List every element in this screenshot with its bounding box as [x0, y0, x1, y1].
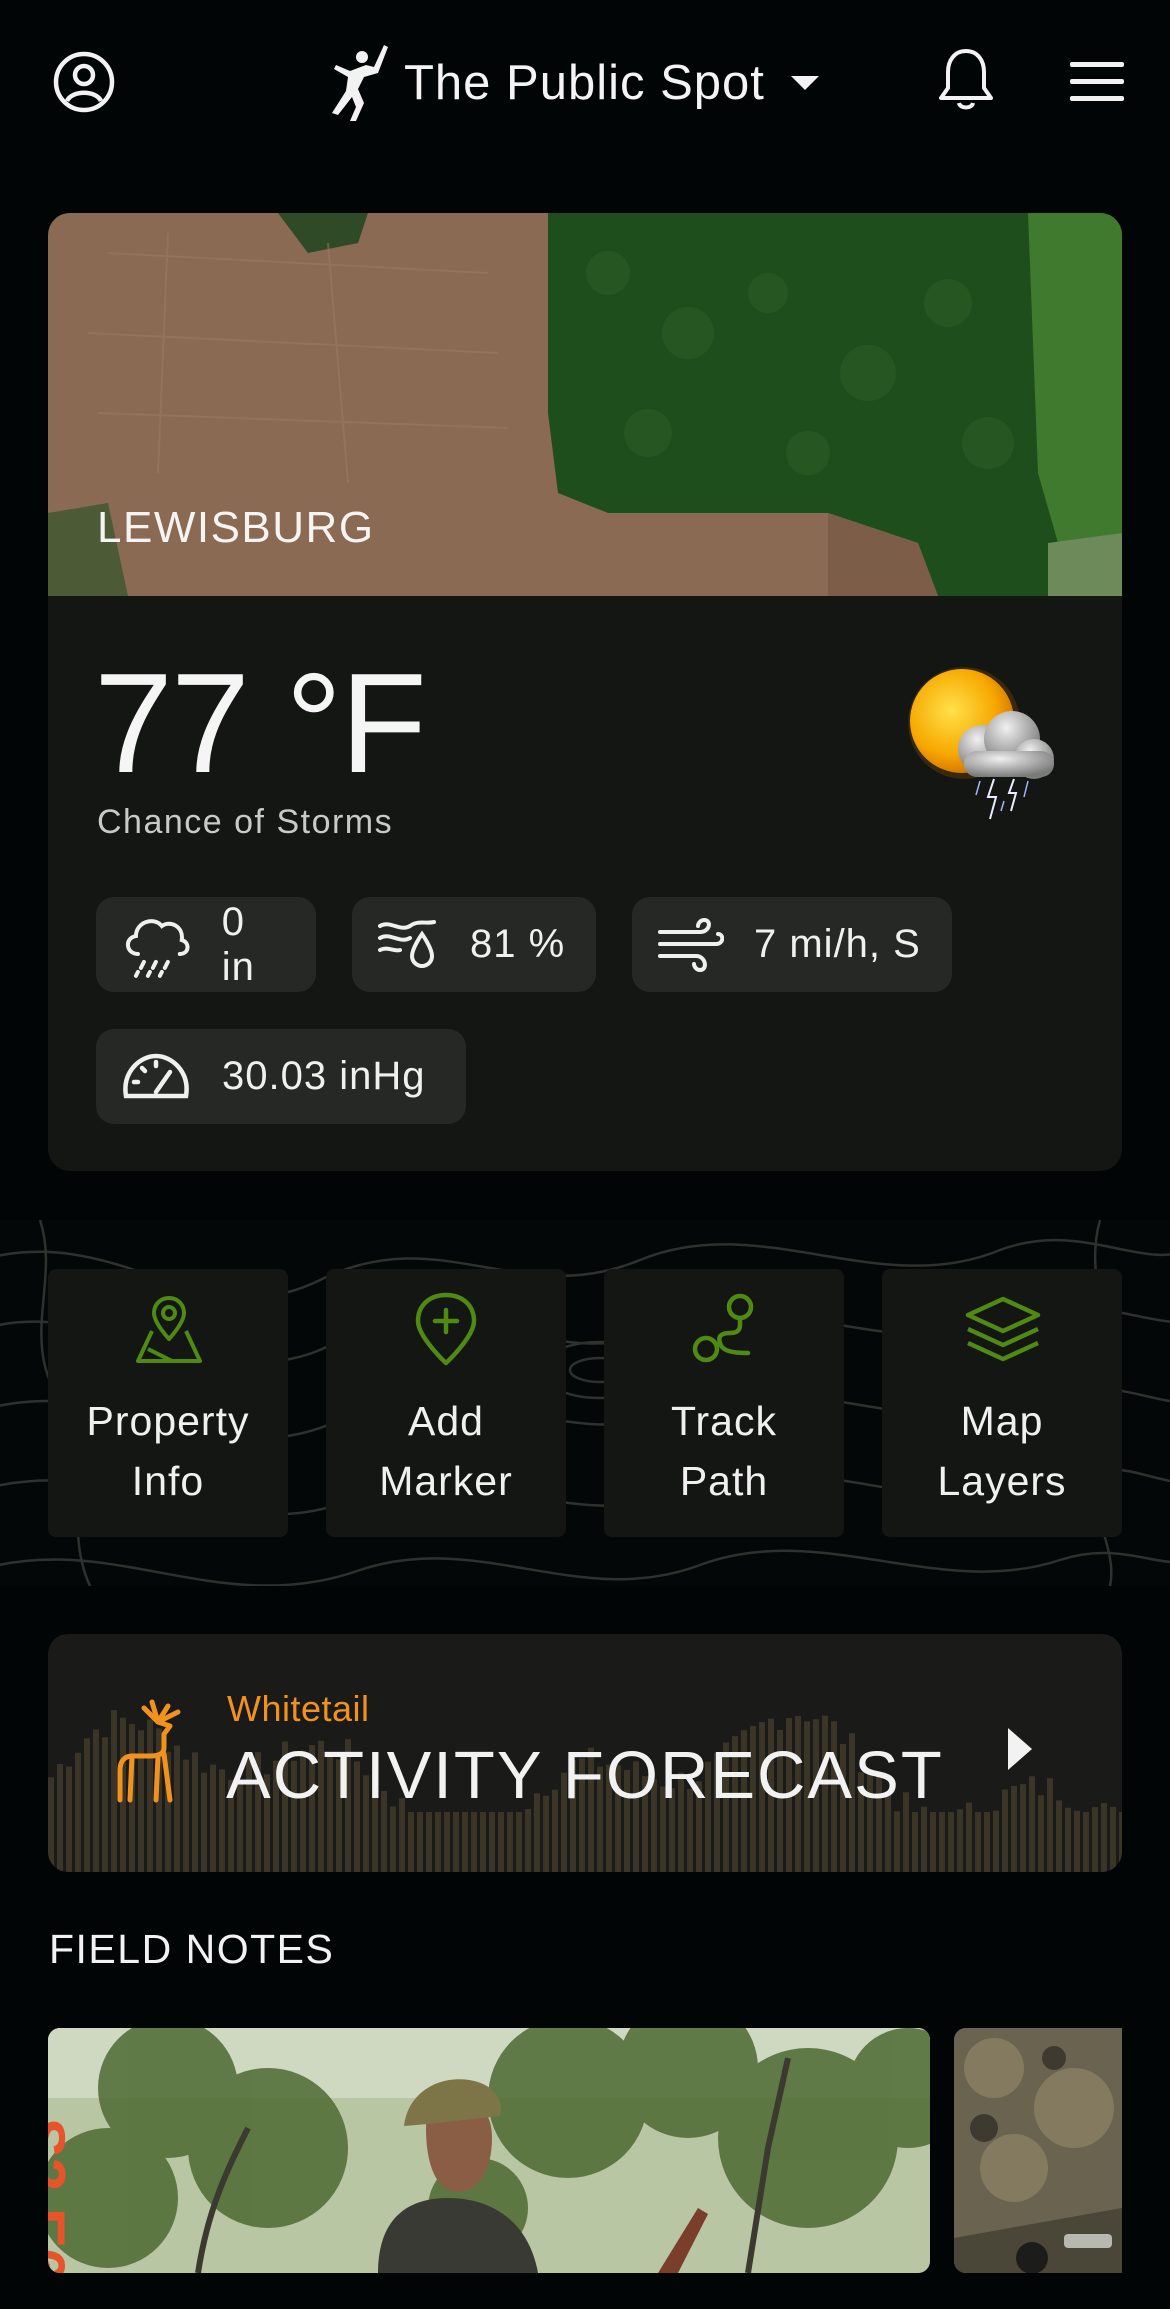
activity-bar	[894, 1811, 900, 1872]
activity-bar	[1047, 1778, 1053, 1872]
pressure-stat: 30.03 inHg	[96, 1029, 466, 1124]
sun-storm-cloud-icon	[908, 667, 1054, 820]
activity-bar	[912, 1812, 918, 1872]
rain-cloud-icon	[125, 918, 190, 978]
activity-bar	[201, 1772, 207, 1872]
activity-bar	[1074, 1810, 1080, 1872]
humidity-stat: 81 %	[352, 897, 596, 992]
property-switcher[interactable]: The Public Spot	[326, 38, 819, 128]
activity-bar	[1065, 1807, 1071, 1872]
activity-bar	[1092, 1807, 1098, 1872]
property-info-label: Property Info	[86, 1398, 250, 1504]
activity-bar	[1101, 1803, 1107, 1872]
activity-bar	[66, 1766, 72, 1872]
add-marker-button[interactable]: Add Marker	[326, 1269, 566, 1537]
map-pin-icon	[136, 1296, 202, 1363]
track-path-icon	[692, 1293, 754, 1363]
activity-bar	[462, 1812, 468, 1872]
activity-bar	[1056, 1800, 1062, 1872]
activity-bar	[1083, 1812, 1089, 1872]
track-path-label: Track Path	[671, 1398, 777, 1504]
barometer-gauge-icon	[123, 1053, 189, 1098]
field-note-photo	[954, 2028, 1122, 2273]
activity-bar	[93, 1729, 99, 1872]
activity-bar	[480, 1812, 486, 1872]
activity-bar	[435, 1812, 441, 1872]
activity-bar	[426, 1812, 432, 1872]
activity-bar	[489, 1812, 495, 1872]
pressure-value: 30.03 inHg	[222, 1054, 426, 1098]
activity-forecast-banner[interactable]: Whitetail ACTIVITY FORECAST	[48, 1634, 1122, 1872]
forecast-subtitle: Whitetail	[227, 1688, 370, 1729]
activity-bar	[210, 1764, 216, 1872]
track-path-button[interactable]: Track Path	[604, 1269, 844, 1537]
weather-condition: Chance of Storms	[97, 803, 394, 841]
deer-icon	[117, 1699, 181, 1803]
activity-bar	[102, 1737, 108, 1872]
activity-bar	[525, 1808, 531, 1872]
activity-bar	[1020, 1784, 1026, 1872]
add-marker-icon	[415, 1292, 477, 1366]
bell-icon[interactable]	[936, 46, 996, 112]
activity-bar	[1011, 1785, 1017, 1872]
activity-bar	[453, 1812, 459, 1872]
weather-card[interactable]: LEWISBURG 77 °F Chance of Storms 0 in 81…	[48, 213, 1122, 1171]
activity-bar	[975, 1812, 981, 1872]
activity-bar	[75, 1752, 81, 1872]
activity-bar	[966, 1802, 972, 1872]
play-arrow-icon[interactable]	[1006, 1726, 1034, 1772]
activity-bar	[1110, 1806, 1116, 1872]
user-circle-icon[interactable]	[52, 50, 116, 114]
activity-bar	[48, 1777, 54, 1872]
activity-bar	[1002, 1789, 1008, 1872]
top-bar: The Public Spot	[0, 0, 1170, 170]
activity-bar	[390, 1806, 396, 1872]
wind-value: 7 mi/h, S	[754, 922, 921, 966]
activity-bar	[984, 1812, 990, 1872]
wind-icon	[658, 917, 724, 972]
field-notes-heading: FIELD NOTES	[49, 1926, 335, 1972]
activity-bar	[1038, 1795, 1044, 1872]
episode-badge: S3 E6	[48, 2118, 77, 2273]
activity-bar	[417, 1812, 423, 1872]
activity-bar	[516, 1812, 522, 1872]
humidity-icon	[378, 919, 436, 968]
activity-bar	[930, 1812, 936, 1872]
location-name: LEWISBURG	[97, 503, 375, 552]
map-layers-label: Map Layers	[937, 1398, 1067, 1504]
activity-bar	[939, 1812, 945, 1872]
activity-bar	[84, 1738, 90, 1872]
field-note-card[interactable]: S3 E6	[48, 2028, 930, 2273]
layers-icon	[965, 1296, 1041, 1362]
hamburger-menu-icon[interactable]	[1068, 60, 1126, 104]
hunter-logo-icon	[332, 45, 388, 121]
precipitation-value: 0 in	[221, 899, 255, 989]
add-marker-label: Add Marker	[379, 1398, 513, 1504]
activity-bar	[1119, 1812, 1122, 1872]
field-note-photo: S3 E6	[48, 2028, 930, 2273]
activity-bar	[192, 1752, 198, 1872]
activity-bar	[1029, 1776, 1035, 1872]
activity-bar	[57, 1763, 63, 1872]
precipitation-stat: 0 in	[96, 897, 316, 992]
activity-bar	[219, 1769, 225, 1872]
activity-bar	[921, 1806, 927, 1872]
activity-bar	[507, 1812, 513, 1872]
app-title: The Public Spot	[404, 56, 765, 110]
field-note-card[interactable]	[954, 2028, 1122, 2273]
map-layers-button[interactable]: Map Layers	[882, 1269, 1122, 1537]
activity-bar	[408, 1812, 414, 1872]
forecast-title: ACTIVITY FORECAST	[226, 1738, 944, 1813]
activity-bar	[444, 1812, 450, 1872]
property-info-button[interactable]: Property Info	[48, 1269, 288, 1537]
caret-down-icon[interactable]	[790, 76, 819, 90]
activity-bar	[948, 1812, 954, 1872]
humidity-value: 81 %	[470, 922, 566, 966]
activity-bar	[498, 1812, 504, 1872]
activity-bar	[957, 1809, 963, 1872]
activity-bar	[471, 1812, 477, 1872]
temperature: 77 °F	[94, 644, 427, 803]
wind-stat: 7 mi/h, S	[632, 897, 952, 992]
activity-bar	[993, 1810, 999, 1872]
